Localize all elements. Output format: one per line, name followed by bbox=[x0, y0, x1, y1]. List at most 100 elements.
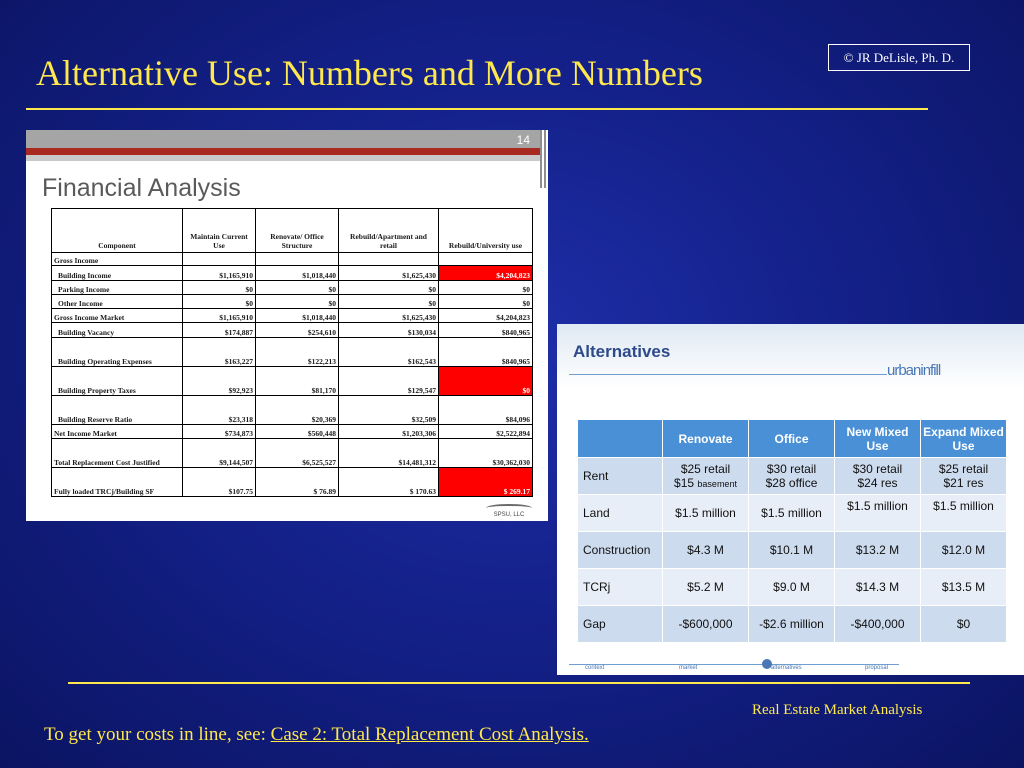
table-cell: $30,362,030 bbox=[438, 438, 533, 468]
financial-table: Component Maintain Current Use Renovate/… bbox=[51, 208, 533, 497]
table-cell: $1.5 million bbox=[662, 494, 749, 532]
table-cell: $25 retail $21 res bbox=[920, 457, 1007, 495]
row-label: Rent bbox=[577, 457, 663, 495]
table-cell: $1,165,910 bbox=[182, 308, 256, 323]
logo-arc-icon bbox=[486, 504, 532, 512]
header-bar-grey bbox=[26, 130, 548, 148]
table-cell: $162,543 bbox=[338, 337, 439, 367]
row-label: Construction bbox=[577, 531, 663, 569]
row-label: TCRj bbox=[577, 568, 663, 606]
table-cell: $0 bbox=[182, 294, 256, 309]
column-header: Renovate bbox=[662, 419, 749, 458]
table-row: Rent $25 retail $15 basement $30 retail $2… bbox=[577, 457, 1007, 495]
table-cell: $6,525,527 bbox=[255, 438, 339, 468]
table-cell: $734,873 bbox=[182, 424, 256, 439]
table-cell: $163,227 bbox=[182, 337, 256, 367]
bottom-divider bbox=[68, 682, 970, 684]
table-cell: $130,034 bbox=[338, 322, 439, 338]
row-label: Gross Income Market bbox=[51, 308, 183, 323]
table-row: TCRj $5.2 M $9.0 M $14.3 M $13.5 M bbox=[577, 568, 1007, 606]
column-header: Renovate/ Office Structure bbox=[255, 208, 339, 253]
table-row: Construction $4.3 M $10.1 M $13.2 M $12.… bbox=[577, 531, 1007, 569]
table-cell: $107.75 bbox=[182, 467, 256, 497]
table-cell: $84,096 bbox=[438, 395, 533, 425]
header-bar-red bbox=[26, 148, 548, 155]
table-cell: $ 76.89 bbox=[255, 467, 339, 497]
footer-note: To get your costs in line, see: Case 2: … bbox=[44, 724, 589, 746]
table-cell: -$400,000 bbox=[834, 605, 921, 643]
table-cell: $174,887 bbox=[182, 322, 256, 338]
case-study-link[interactable]: Case 2: Total Replacement Cost Analysis. bbox=[271, 724, 589, 745]
spsu-logo: SPSU, LLC bbox=[478, 504, 540, 520]
table-cell: $1,165,910 bbox=[182, 265, 256, 281]
table-cell: $14,481,312 bbox=[338, 438, 439, 468]
table-cell: $1,018,440 bbox=[255, 265, 339, 281]
table-cell: $14.3 M bbox=[834, 568, 921, 606]
table-cell: $13.5 M bbox=[920, 568, 1007, 606]
column-header: Component bbox=[51, 208, 183, 253]
table-cell: $9.0 M bbox=[748, 568, 835, 606]
table-cell: $1,625,430 bbox=[338, 265, 439, 281]
table-cell: $30 retail $24 res bbox=[834, 457, 921, 495]
table-cell: $9,144,507 bbox=[182, 438, 256, 468]
table-row: Building Property Taxes $92,923 $81,170 … bbox=[51, 366, 533, 396]
table-cell: $ 170.63 bbox=[338, 467, 439, 497]
table-cell: $122,213 bbox=[255, 337, 339, 367]
footer-note-text: To get your costs in line, see: bbox=[44, 724, 266, 745]
table-row: Gross Income bbox=[51, 252, 533, 266]
table-cell: $129,547 bbox=[338, 366, 439, 396]
table-cell: $0 bbox=[255, 294, 339, 309]
row-label: Parking Income bbox=[51, 280, 183, 295]
row-label: Building Property Taxes bbox=[51, 366, 183, 396]
table-cell: $1,625,430 bbox=[338, 308, 439, 323]
table-cell: $840,965 bbox=[438, 322, 533, 338]
row-label: Building Vacancy bbox=[51, 322, 183, 338]
table-cell: $25 retail $15 basement bbox=[662, 457, 749, 495]
table-cell: $1,018,440 bbox=[255, 308, 339, 323]
table-row: Gross Income Market $1,165,910 $1,018,44… bbox=[51, 308, 533, 323]
highlighted-cell: $4,204,823 bbox=[438, 265, 533, 281]
table-cell: $10.1 M bbox=[748, 531, 835, 569]
slide-edge-stripes bbox=[540, 130, 548, 188]
table-cell: $0 bbox=[182, 280, 256, 295]
table-cell: $13.2 M bbox=[834, 531, 921, 569]
column-header: Office bbox=[748, 419, 835, 458]
table-row: Building Vacancy $174,887 $254,610 $130,… bbox=[51, 322, 533, 338]
table-row: Gap -$600,000 -$2.6 million -$400,000 $0 bbox=[577, 605, 1007, 643]
row-label: Building Income bbox=[51, 265, 183, 281]
row-label: Building Reserve Ratio bbox=[51, 395, 183, 425]
header-bar-grey-lower bbox=[26, 155, 548, 161]
table-cell: $4,204,823 bbox=[438, 308, 533, 323]
nav-item-alternatives: alternatives bbox=[771, 665, 802, 671]
table-cell: $20,369 bbox=[255, 395, 339, 425]
logo-text: SPSU, LLC bbox=[493, 512, 525, 518]
column-header: Maintain Current Use bbox=[182, 208, 256, 253]
top-divider bbox=[26, 108, 928, 110]
table-cell: $840,965 bbox=[438, 337, 533, 367]
row-label: Land bbox=[577, 494, 663, 532]
table-cell: $12.0 M bbox=[920, 531, 1007, 569]
table-cell: $254,610 bbox=[255, 322, 339, 338]
table-cell: $23,318 bbox=[182, 395, 256, 425]
table-cell: $1.5 million bbox=[748, 494, 835, 532]
row-label: Other Income bbox=[51, 294, 183, 309]
column-header: Expand Mixed Use bbox=[920, 419, 1007, 458]
table-row: Building Reserve Ratio $23,318 $20,369 $… bbox=[51, 395, 533, 425]
table-cell: $2,522,894 bbox=[438, 424, 533, 439]
table-row: Parking Income $0 $0 $0 $0 bbox=[51, 280, 533, 295]
row-label: Fully loaded TRCj/Building SF bbox=[51, 467, 183, 497]
table-row: Fully loaded TRCj/Building SF $107.75 $ … bbox=[51, 467, 533, 497]
table-cell: $0 bbox=[438, 294, 533, 309]
column-header: Rebuild/Apartment and retail bbox=[338, 208, 439, 253]
column-header: Rebuild/University use bbox=[438, 208, 533, 253]
row-label: Gross Income bbox=[51, 252, 183, 266]
table-cell: $81,170 bbox=[255, 366, 339, 396]
row-label: Net Income Market bbox=[51, 424, 183, 439]
table-cell: $32,509 bbox=[338, 395, 439, 425]
row-label: Total Replacement Cost Justified bbox=[51, 438, 183, 468]
nav-item-proposal: proposal bbox=[865, 665, 889, 671]
table-cell: $5.2 M bbox=[662, 568, 749, 606]
table-cell: $1,203,306 bbox=[338, 424, 439, 439]
alternatives-slide: Alternatives urbaninfill Renovate Office… bbox=[557, 324, 1024, 675]
row-label: Gap bbox=[577, 605, 663, 643]
